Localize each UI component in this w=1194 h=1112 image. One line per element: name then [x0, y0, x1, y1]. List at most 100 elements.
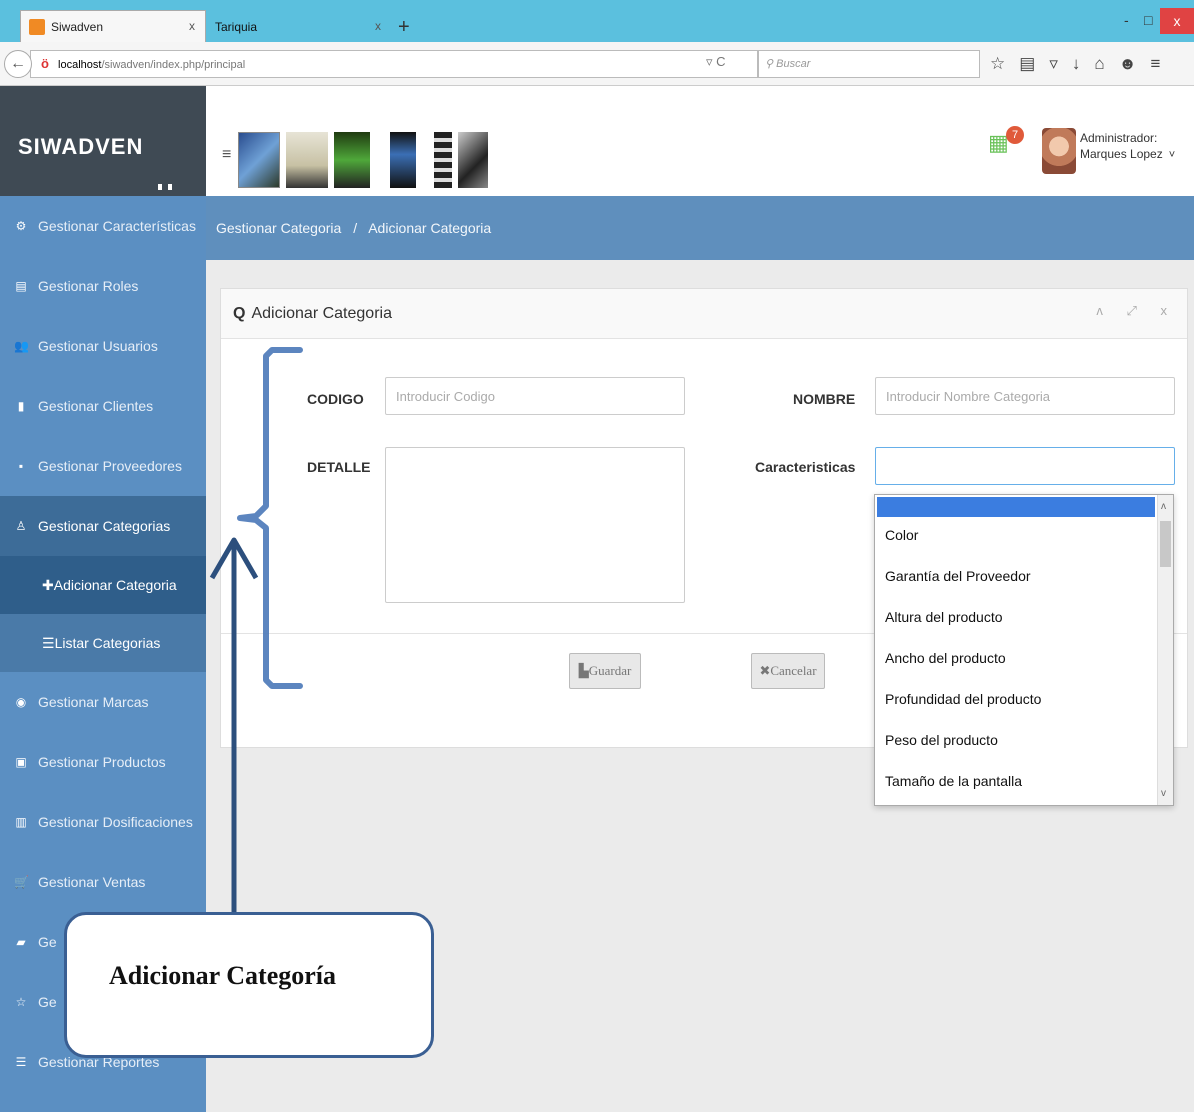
hello-icon[interactable]: ☻	[1119, 54, 1151, 73]
sidebar-item-roles[interactable]: ▤ Gestionar Roles	[0, 256, 206, 316]
sidebar-item-label: Gestionar Ventas	[38, 874, 146, 890]
tab-siwadven[interactable]: Siwadven x	[20, 10, 206, 42]
avatar[interactable]	[1042, 128, 1076, 174]
dropdown-option[interactable]: Peso del producto	[875, 720, 1173, 761]
menu-icon[interactable]: ≡	[1151, 54, 1175, 73]
caracteristicas-select[interactable]	[875, 447, 1175, 485]
sidebar-item-label: Gestionar Clientes	[38, 398, 154, 414]
panel-title: Adicionar Categoria	[251, 304, 392, 322]
notifications[interactable]: ▦ 7	[988, 126, 1024, 156]
dropdown-option[interactable]: Altura del producto	[875, 597, 1173, 638]
search-icon: Q	[233, 304, 246, 322]
dropdown-scrollbar[interactable]: ʌ v	[1157, 495, 1173, 805]
pocket-icon[interactable]: ▿	[1049, 54, 1072, 73]
app-header: SIWADVEN ≡ ▦ 7 Administrador: Marques Lo…	[0, 86, 1194, 196]
sidebar-item-label: Gestionar Categorias	[38, 518, 171, 534]
caracteristicas-label: Caracteristicas	[755, 459, 856, 475]
annotation-text: Adicionar Categoría	[109, 961, 336, 990]
cart-icon: 🛒	[14, 875, 29, 889]
dropdown-option[interactable]: Ancho del producto	[875, 638, 1173, 679]
tab-close-icon[interactable]: x	[189, 19, 195, 33]
caracteristicas-dropdown[interactable]: Color Garantía del Proveedor Altura del …	[874, 494, 1174, 806]
download-icon[interactable]: ↓	[1072, 54, 1095, 73]
dropdown-option[interactable]: Color	[875, 515, 1173, 556]
thumb-phone-green	[334, 132, 370, 188]
detalle-textarea[interactable]	[385, 447, 685, 603]
window-close-button[interactable]: x	[1160, 8, 1194, 34]
hamburger-icon[interactable]: ≡	[222, 146, 231, 164]
save-label: Guardar	[588, 663, 632, 678]
maximize-button[interactable]: □	[1144, 12, 1152, 28]
star-icon[interactable]: ☆	[990, 54, 1019, 73]
thumb-tablet	[238, 132, 280, 188]
plus-icon: ✚	[42, 576, 54, 593]
dropdown-option-empty[interactable]	[877, 497, 1155, 517]
tab-close-icon[interactable]: x	[375, 19, 381, 33]
tab-title: Tariquia	[215, 19, 258, 34]
box-icon: ▣	[15, 755, 27, 769]
sidebar-subitem-listar-categorias[interactable]: ☰ Listar Categorias	[0, 614, 206, 672]
sidebar-item-proveedores[interactable]: ▪ Gestionar Proveedores	[0, 436, 206, 496]
users-icon: 👥	[14, 339, 29, 353]
url-bar[interactable]: ö localhost/siwadven/index.php/principal	[30, 50, 758, 78]
new-tab-button[interactable]: +	[398, 16, 410, 39]
home-icon[interactable]: ⌂	[1094, 54, 1118, 73]
tab-title: Siwadven	[51, 19, 104, 34]
reload-icon[interactable]: ▿ C	[706, 54, 726, 70]
sidebar-item-productos[interactable]: ▣ Gestionar Productos	[0, 732, 206, 792]
annotation-callout: Adicionar Categoría	[64, 912, 434, 1058]
list-icon: ☰	[15, 1055, 27, 1069]
sidebar-item-label: Gestionar Características	[38, 218, 196, 234]
tab-tariquia[interactable]: Tariquia x	[206, 10, 392, 42]
breadcrumb-separator: /	[353, 220, 358, 236]
search-icon: ⚲	[765, 58, 777, 70]
browser-navbar: ö localhost/siwadven/index.php/principal…	[0, 42, 1194, 86]
thumb-rabbit	[286, 132, 328, 188]
dropdown-option[interactable]: Profundidad del producto	[875, 679, 1173, 720]
breadcrumb: Gestionar Categoria / Adicionar Categori…	[206, 196, 1194, 260]
sidebar-item-marcas[interactable]: ◉ Gestionar Marcas	[0, 672, 206, 732]
breadcrumb-current: Adicionar Categoria	[368, 220, 492, 236]
sidebar-item-clientes[interactable]: ▮ Gestionar Clientes	[0, 376, 206, 436]
sidebar-item-label: Gestionar Dosificaciones	[38, 814, 193, 830]
panel-tools[interactable]: ʌ ⤢ x	[1096, 303, 1177, 319]
sidebar-item-ventas[interactable]: 🛒 Gestionar Ventas	[0, 852, 206, 912]
bookmarks-icon[interactable]: ▤	[1019, 54, 1049, 73]
thumb-device	[458, 132, 488, 188]
back-button[interactable]: ←	[4, 50, 32, 78]
dropdown-option[interactable]: Garantía del Proveedor	[875, 556, 1173, 597]
site-identity-icon: ö	[41, 56, 49, 71]
list-icon: ☰	[42, 634, 55, 651]
sidebar-subitem-label: Listar Categorias	[54, 635, 161, 651]
sidebar-item-dosificaciones[interactable]: ▥ Gestionar Dosificaciones	[0, 792, 206, 852]
chevron-down-icon: ˅	[1168, 149, 1176, 161]
minimize-button[interactable]: -	[1124, 12, 1129, 28]
cogs-icon: ⚙	[15, 219, 27, 233]
scroll-up-icon[interactable]: ʌ	[1161, 501, 1166, 512]
brand-logo[interactable]: SIWADVEN	[0, 86, 206, 196]
user-name: Marques Lopez	[1080, 147, 1163, 161]
user-menu[interactable]: Administrador: Marques Lopez ˅	[1080, 130, 1175, 163]
sidebar-item-caracteristicas[interactable]: ⚙ Gestionar Características	[0, 196, 206, 256]
scroll-down-icon[interactable]: v	[1161, 788, 1166, 799]
breadcrumb-parent[interactable]: Gestionar Categoria	[216, 220, 341, 236]
sidebar-item-usuarios[interactable]: 👥 Gestionar Usuarios	[0, 316, 206, 376]
favicon-icon	[29, 18, 45, 35]
star-icon: ☆	[15, 995, 27, 1009]
codigo-label: CODIGO	[307, 391, 364, 407]
sidebar-item-label: Gestionar Roles	[38, 278, 139, 294]
codigo-input[interactable]	[385, 377, 685, 415]
briefcase-icon: ▮	[17, 399, 25, 413]
detalle-label: DETALLE	[307, 459, 371, 475]
file-icon: ▥	[15, 815, 27, 829]
sitemap-icon: ♙	[15, 519, 27, 533]
notification-badge: 7	[1006, 126, 1024, 144]
sidebar-subitem-adicionar-categoria[interactable]: ✚ Adicionar Categoria	[0, 556, 206, 614]
sidebar-item-categorias[interactable]: ♙ Gestionar Categorias	[0, 496, 206, 556]
nombre-input[interactable]	[875, 377, 1175, 415]
cancel-button[interactable]: ✖Cancelar	[751, 653, 825, 689]
save-button[interactable]: ▙Guardar	[569, 653, 641, 689]
search-input[interactable]: ⚲ Buscar	[758, 50, 980, 78]
scroll-thumb[interactable]	[1160, 521, 1171, 567]
dropdown-option[interactable]: Tamaño de la pantalla	[875, 761, 1173, 802]
